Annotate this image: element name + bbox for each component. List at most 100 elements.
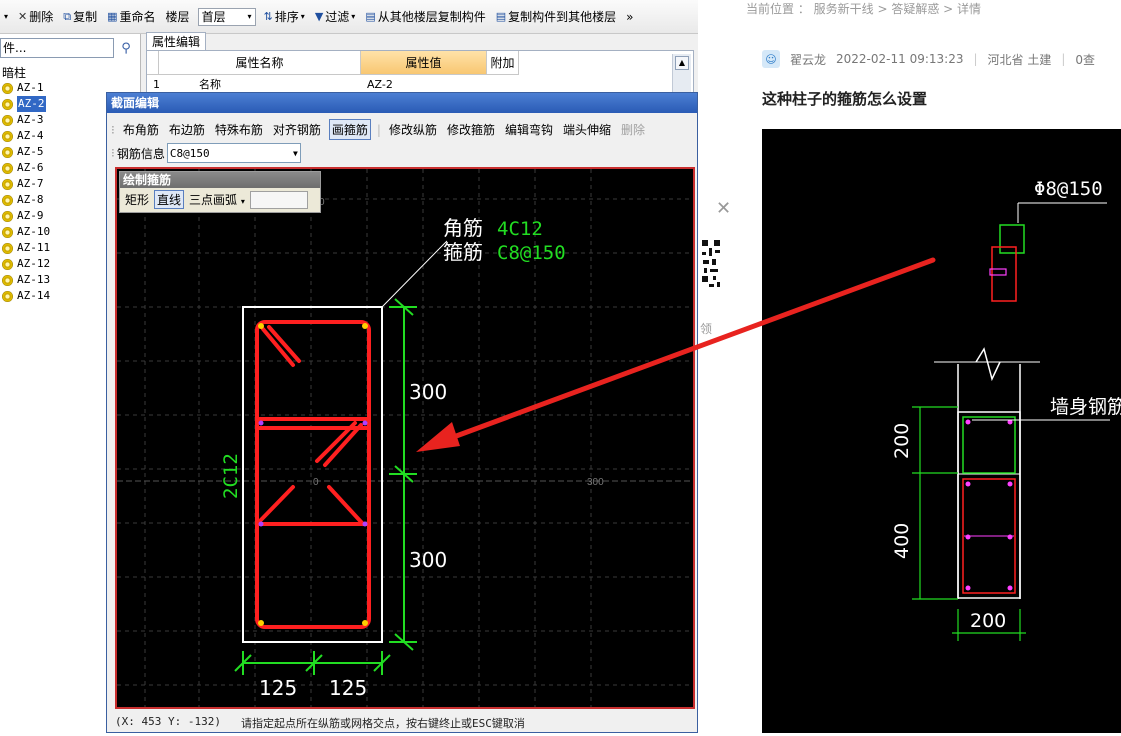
more-button[interactable]: » (624, 6, 635, 28)
axis-label-300: 300 (587, 477, 604, 488)
component-icon (2, 258, 13, 270)
table-row[interactable]: 1 名称 AZ-2 (147, 75, 693, 93)
column-header-value[interactable]: 属性值 (361, 51, 487, 75)
status-hint: 请指定起点所在纵筋或网格交点，按右键终止或ESC键取消 (240, 717, 525, 730)
avatar[interactable]: ☺ (762, 50, 780, 68)
list-item[interactable]: AZ-1 (2, 80, 50, 96)
dim-125-right: 125 (329, 676, 367, 700)
corner-rebar-label: 角筋 (443, 216, 483, 240)
list-item[interactable]: AZ-11 (2, 240, 50, 256)
diag-2 (327, 485, 365, 526)
list-item[interactable]: AZ-7 (2, 176, 50, 192)
copy-to-floor-button[interactable]: ▤ 复制构件到其他楼层 (494, 6, 618, 28)
component-list: AZ-1 AZ-2 AZ-3 AZ-4 AZ-5 AZ-6 AZ-7 AZ-8 … (2, 80, 50, 304)
stirrup-label: 箍筋 (443, 240, 483, 264)
tool-special-rebar[interactable]: 特殊布筋 (213, 120, 265, 139)
floor-select[interactable]: 首层 ▾ (197, 7, 256, 26)
component-icon (2, 210, 13, 222)
tree-root[interactable]: 暗柱 (2, 64, 26, 81)
post-region: 河北省 土建 (987, 52, 1052, 67)
rename-icon: ▦ (107, 10, 118, 23)
sidebar-text: 领 (700, 322, 713, 336)
tool-edit-hook[interactable]: 编辑弯钩 (503, 120, 555, 139)
qr-code (700, 238, 722, 308)
tool-align-rebar[interactable]: 对齐钢筋 (271, 120, 323, 139)
corner-rebar-value: 4C12 (497, 218, 543, 240)
list-item[interactable]: AZ-2 (2, 96, 50, 112)
list-item[interactable]: AZ-4 (2, 128, 50, 144)
tool-delete[interactable]: 删除 (619, 120, 647, 139)
list-item[interactable]: AZ-14 (2, 288, 50, 304)
column-header-name[interactable]: 属性名称 (159, 51, 361, 75)
search-input[interactable]: 件... (0, 38, 114, 58)
axis-label-0: 0 (313, 477, 319, 488)
tool-corner-rebar[interactable]: 布角筋 (121, 120, 161, 139)
breadcrumb: 当前位置 ： 服务新干线 > 答疑解惑 > 详情 (746, 2, 981, 16)
leader-line (381, 248, 440, 308)
list-item[interactable]: AZ-6 (2, 160, 50, 176)
property-scrollbar[interactable]: ▲ (672, 54, 691, 94)
section-edit-dialog: 截面编辑 ⁝ 布角筋 布边筋 特殊布筋 对齐钢筋 画箍筋 | 修改纵筋 修改箍筋… (106, 92, 698, 733)
line-button[interactable]: 直线 (154, 190, 185, 209)
grid-corner (147, 51, 159, 75)
author-name[interactable]: 翟云龙 (790, 51, 826, 68)
copy-button[interactable]: ⧉ 复制 (61, 6, 99, 28)
copy-from-floor-button[interactable]: ▤ 从其他楼层复制构件 (363, 6, 487, 28)
delete-button[interactable]: ✕ 删除 (16, 6, 55, 28)
list-item[interactable]: AZ-10 (2, 224, 50, 240)
close-icon[interactable]: ✕ (716, 198, 731, 219)
stirrups (255, 320, 371, 629)
question-title: 这种柱子的箍筋怎么设置 (762, 90, 928, 108)
tool-end-stretch[interactable]: 端头伸缩 (561, 120, 613, 139)
question-image[interactable]: Φ8@150 墙身钢筋 200 400 200 (762, 129, 1121, 733)
dim-300-top: 300 (409, 380, 447, 404)
stirrup-value: C8@150 (497, 242, 566, 264)
component-icon (2, 226, 13, 238)
rename-button[interactable]: ▦ 重命名 (105, 6, 157, 28)
image-rebar-label: Φ8@150 (1034, 178, 1103, 200)
horizontal-dimension (234, 651, 391, 675)
tool-modify-long-rebar[interactable]: 修改纵筋 (387, 120, 439, 139)
middle-strip (698, 0, 742, 733)
list-item[interactable]: AZ-13 (2, 272, 50, 288)
main-toolbar: ▾ ✕ 删除 ⧉ 复制 ▦ 重命名 楼层 首层 ▾ ⇅ 排序 ▾ ▼ 过滤 ▾ ▤ 从其他楼层复制… (0, 0, 698, 34)
tool-draw-stirrup[interactable]: 画箍筋 (328, 119, 371, 140)
section-drawing[interactable]: 0 300 0 角筋 4C12 箍筋 C8@150 300 300 125 12… (117, 169, 693, 707)
three-point-arc-button[interactable]: 三点画弧 ▾ (187, 191, 247, 208)
copy-from-floor-icon: ▤ (365, 10, 376, 23)
list-item[interactable]: AZ-8 (2, 192, 50, 208)
tab-property-edit[interactable]: 属性编辑 (146, 32, 206, 51)
dialog-title[interactable]: 截面编辑 (107, 93, 697, 113)
column-header-extra[interactable]: 附加 (487, 51, 519, 75)
rectangle-button[interactable]: 矩形 (123, 191, 151, 208)
component-icon (2, 274, 13, 286)
outer-stirrup (255, 320, 371, 629)
toolbox-title[interactable]: 绘制箍筋 (120, 172, 320, 188)
post-datetime: 2022-02-11 09:13:23 (836, 52, 964, 66)
vertical-dimension (389, 298, 417, 651)
dim-125-left: 125 (259, 676, 297, 700)
list-item[interactable]: AZ-9 (2, 208, 50, 224)
filter-button[interactable]: ▼ 过滤 ▾ (313, 6, 358, 28)
copy-to-floor-icon: ▤ (495, 10, 507, 23)
tool-edge-rebar[interactable]: 布边筋 (167, 120, 207, 139)
status-coords: (X: 453 Y: -132) (115, 715, 221, 728)
list-item[interactable]: AZ-3 (2, 112, 50, 128)
property-grid: 属性名称 属性值 附加 1 名称 AZ-2 (146, 50, 694, 96)
image-dim-200-bottom: 200 (970, 610, 1006, 632)
component-icon (2, 290, 13, 302)
corner-rebars (258, 323, 368, 626)
toolbar-dropdown[interactable]: ▾ (0, 6, 10, 28)
side-rebar-label: 2C12 (220, 453, 242, 499)
post-meta: ☺ 翟云龙 2022-02-11 09:13:23 | 河北省 土建 | 0查 (762, 50, 1095, 68)
search-icon[interactable]: ⚲ (116, 38, 136, 58)
drawing-canvas[interactable]: 0 300 0 角筋 4C12 箍筋 C8@150 300 300 125 12… (115, 167, 695, 709)
list-item[interactable]: AZ-5 (2, 144, 50, 160)
sort-button[interactable]: ⇅ 排序 ▾ (262, 6, 307, 28)
rebar-info-select[interactable]: C8@150 ▼ (166, 143, 301, 163)
arc-option-select[interactable] (249, 190, 308, 209)
list-item[interactable]: AZ-12 (2, 256, 50, 272)
filter-icon: ▼ (314, 10, 324, 23)
cad-application: ▾ ✕ 删除 ⧉ 复制 ▦ 重命名 楼层 首层 ▾ ⇅ 排序 ▾ ▼ 过滤 ▾ ▤ 从其他楼层复制… (0, 0, 698, 733)
tool-modify-stirrup[interactable]: 修改箍筋 (445, 120, 497, 139)
